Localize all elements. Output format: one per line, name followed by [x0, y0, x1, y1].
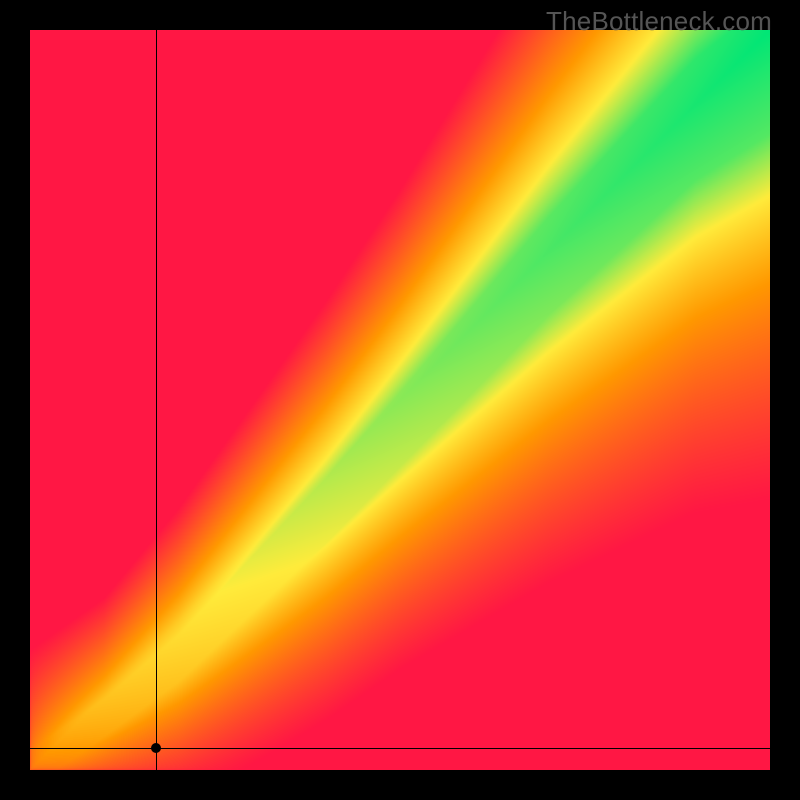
chart-root: TheBottleneck.com [0, 0, 800, 800]
crosshair-horizontal [30, 748, 770, 749]
marker-dot [151, 743, 161, 753]
watermark-text: TheBottleneck.com [546, 6, 772, 37]
crosshair-vertical [156, 30, 157, 770]
heatmap-canvas [30, 30, 770, 770]
plot-area [30, 30, 770, 770]
